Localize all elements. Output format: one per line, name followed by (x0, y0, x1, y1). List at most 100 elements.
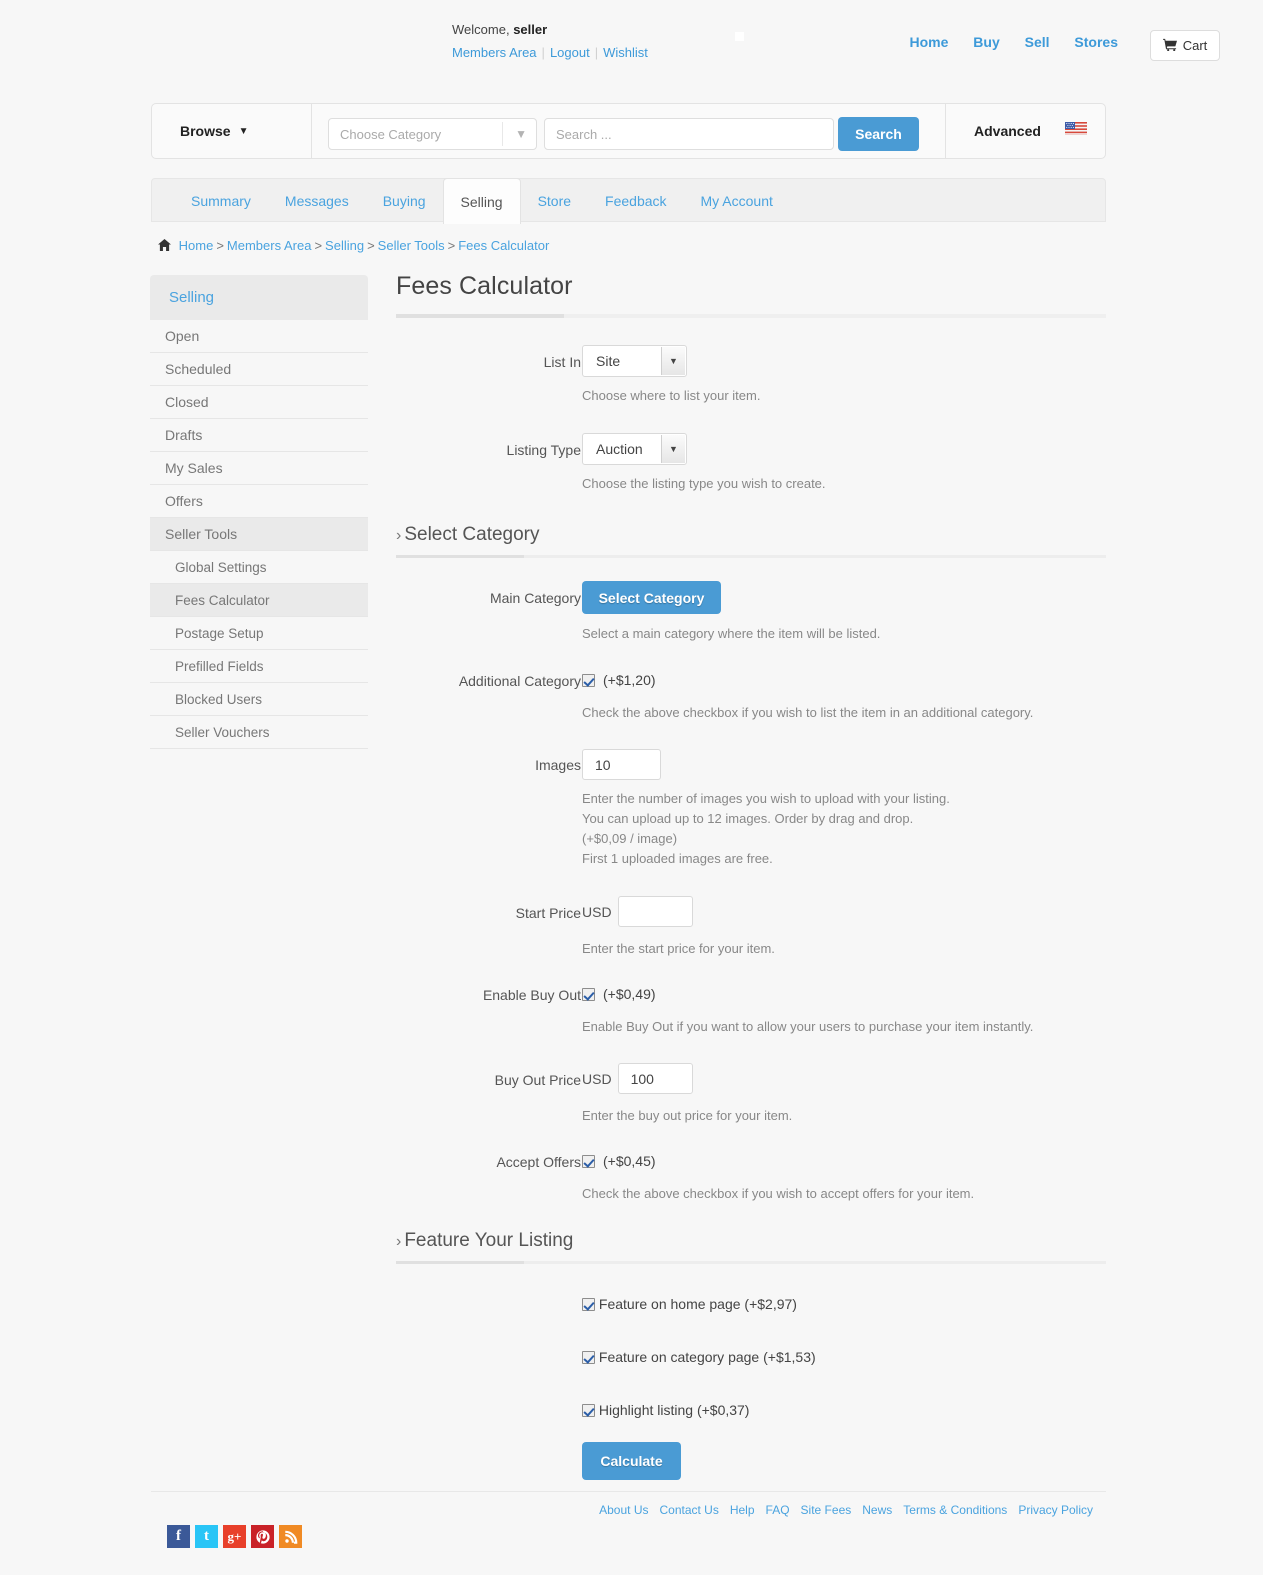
breadcrumb-selling[interactable]: Selling (325, 238, 364, 253)
tab-selling[interactable]: Selling (442, 178, 521, 224)
buy-out-price-help: Enter the buy out price for your item. (582, 1108, 793, 1123)
images-help-4: First 1 uploaded images are free. (582, 851, 773, 866)
sidebar-item-my-sales[interactable]: My Sales (150, 452, 368, 485)
nav-buy[interactable]: Buy (973, 34, 999, 50)
list-in-label: List In (543, 354, 581, 370)
members-area-link[interactable]: Members Area (452, 45, 537, 60)
googleplus-icon[interactable]: g+ (223, 1525, 246, 1548)
listing-type-value: Auction (596, 441, 643, 457)
highlight-listing-label: Highlight listing (+$0,37) (598, 1402, 750, 1418)
breadcrumb-home[interactable]: Home (179, 238, 214, 253)
sidebar-item-seller-tools[interactable]: Seller Tools (150, 518, 368, 551)
sidebar-item-offers[interactable]: Offers (150, 485, 368, 518)
sidebar-item-closed[interactable]: Closed (150, 386, 368, 419)
footer-link-help[interactable]: Help (730, 1503, 755, 1517)
additional-category-checkbox[interactable] (582, 674, 595, 687)
field-list-in: List In Site ▼ Choose where to list your… (396, 345, 1106, 406)
nav-stores[interactable]: Stores (1074, 34, 1118, 50)
highlight-listing-checkbox[interactable] (582, 1404, 595, 1417)
pinterest-icon[interactable] (251, 1525, 274, 1548)
listing-type-select[interactable]: Auction ▼ (582, 433, 687, 465)
tab-buying[interactable]: Buying (366, 179, 443, 223)
main-content: Fees Calculator List In Site ▼ Choose wh… (396, 272, 1106, 1480)
enable-buy-out-label: Enable Buy Out (482, 987, 581, 1003)
tab-list: Summary Messages Buying Selling Store Fe… (174, 178, 790, 224)
category-select[interactable]: Choose Category ▼ (328, 118, 537, 150)
breadcrumb-seller-tools[interactable]: Seller Tools (378, 238, 445, 253)
sidebar-item-scheduled[interactable]: Scheduled (150, 353, 368, 386)
facebook-icon[interactable]: f (167, 1525, 190, 1548)
feature-home-page-label: Feature on home page (+$2,97) (598, 1296, 797, 1312)
main-nav: Home Buy Sell Stores (909, 34, 1118, 50)
main-category-help: Select a main category where the item wi… (582, 626, 881, 641)
enable-buy-out-amount: (+$0,49) (603, 986, 656, 1002)
sidebar-item-seller-vouchers[interactable]: Seller Vouchers (150, 716, 368, 749)
sidebar-item-drafts[interactable]: Drafts (150, 419, 368, 452)
welcome-message: Welcome, seller (452, 22, 547, 37)
additional-category-amount: (+$1,20) (603, 672, 656, 688)
rss-icon[interactable] (279, 1525, 302, 1548)
footer-link-news[interactable]: News (862, 1503, 892, 1517)
tab-summary[interactable]: Summary (174, 179, 268, 223)
select-category-button[interactable]: Select Category (582, 581, 721, 614)
buy-out-price-input[interactable]: 100 (617, 1063, 693, 1094)
calculate-button[interactable]: Calculate (582, 1442, 681, 1480)
nav-sell[interactable]: Sell (1025, 34, 1050, 50)
footer-link-terms[interactable]: Terms & Conditions (903, 1503, 1007, 1517)
list-in-select[interactable]: Site ▼ (582, 345, 687, 377)
accept-offers-label: Accept Offers (496, 1154, 581, 1170)
select-category-heading-text: Select Category (404, 524, 540, 545)
feature-options-list: Feature on home page (+$2,97) Feature on… (582, 1296, 1106, 1480)
footer-link-site-fees[interactable]: Site Fees (801, 1503, 852, 1517)
page-title: Fees Calculator (396, 272, 573, 300)
us-flag-icon[interactable] (1065, 122, 1087, 140)
footer-link-contact-us[interactable]: Contact Us (659, 1503, 718, 1517)
feature-home-page-checkbox[interactable] (582, 1298, 595, 1311)
sidebar-item-prefilled-fields[interactable]: Prefilled Fields (150, 650, 368, 683)
sidebar-item-open[interactable]: Open (150, 320, 368, 353)
sidebar-item-global-settings[interactable]: Global Settings (150, 551, 368, 584)
sidebar-item-blocked-users[interactable]: Blocked Users (150, 683, 368, 716)
main-category-label: Main Category (489, 590, 581, 606)
buy-out-price-label: Buy Out Price (494, 1072, 581, 1088)
nav-home[interactable]: Home (909, 34, 948, 50)
listing-type-label: Listing Type (506, 442, 581, 458)
logout-link[interactable]: Logout (550, 45, 590, 60)
footer-divider (151, 1491, 1106, 1492)
breadcrumb-fees-calculator[interactable]: Fees Calculator (458, 238, 549, 253)
sidebar-heading[interactable]: Selling (150, 275, 368, 320)
search-button[interactable]: Search (838, 117, 919, 151)
sidebar-item-fees-calculator[interactable]: Fees Calculator (150, 584, 368, 617)
feature-option-category-page: Feature on category page (+$1,53) (582, 1349, 1106, 1365)
chevron-down-icon: ▼ (661, 435, 685, 463)
enable-buy-out-checkbox[interactable] (582, 988, 595, 1001)
tab-feedback[interactable]: Feedback (588, 179, 683, 223)
wishlist-link[interactable]: Wishlist (603, 45, 648, 60)
start-price-input[interactable] (617, 896, 693, 927)
decorative-square (735, 32, 744, 41)
footer-links: About Us Contact Us Help FAQ Site Fees News Te… (588, 1503, 1093, 1517)
images-input[interactable]: 10 (582, 749, 661, 780)
images-help-1: Enter the number of images you wish to u… (582, 791, 950, 806)
breadcrumb-members-area[interactable]: Members Area (227, 238, 312, 253)
browse-dropdown[interactable]: Browse ▼ (152, 104, 312, 158)
select-category-heading: › Select Category (396, 524, 1106, 555)
footer-link-privacy[interactable]: Privacy Policy (1018, 1503, 1093, 1517)
footer-link-faq[interactable]: FAQ (766, 1503, 790, 1517)
username: seller (513, 22, 548, 37)
feature-category-page-checkbox[interactable] (582, 1351, 595, 1364)
footer-link-about-us[interactable]: About Us (599, 1503, 648, 1517)
feature-option-highlight: Highlight listing (+$0,37) (582, 1402, 1106, 1418)
search-input[interactable]: Search ... (544, 118, 834, 150)
tab-store[interactable]: Store (521, 179, 588, 223)
cart-button[interactable]: Cart (1150, 30, 1220, 61)
sidebar-item-postage-setup[interactable]: Postage Setup (150, 617, 368, 650)
twitter-icon[interactable]: t (195, 1525, 218, 1548)
tab-my-account[interactable]: My Account (684, 179, 790, 223)
advanced-link[interactable]: Advanced (974, 123, 1041, 139)
accept-offers-checkbox[interactable] (582, 1155, 595, 1168)
field-additional-category: Additional Category (+$1,20) Check the a… (396, 672, 1106, 723)
tab-messages[interactable]: Messages (268, 179, 366, 223)
browse-label: Browse (180, 123, 231, 139)
buy-out-price-currency: USD (582, 1071, 612, 1087)
